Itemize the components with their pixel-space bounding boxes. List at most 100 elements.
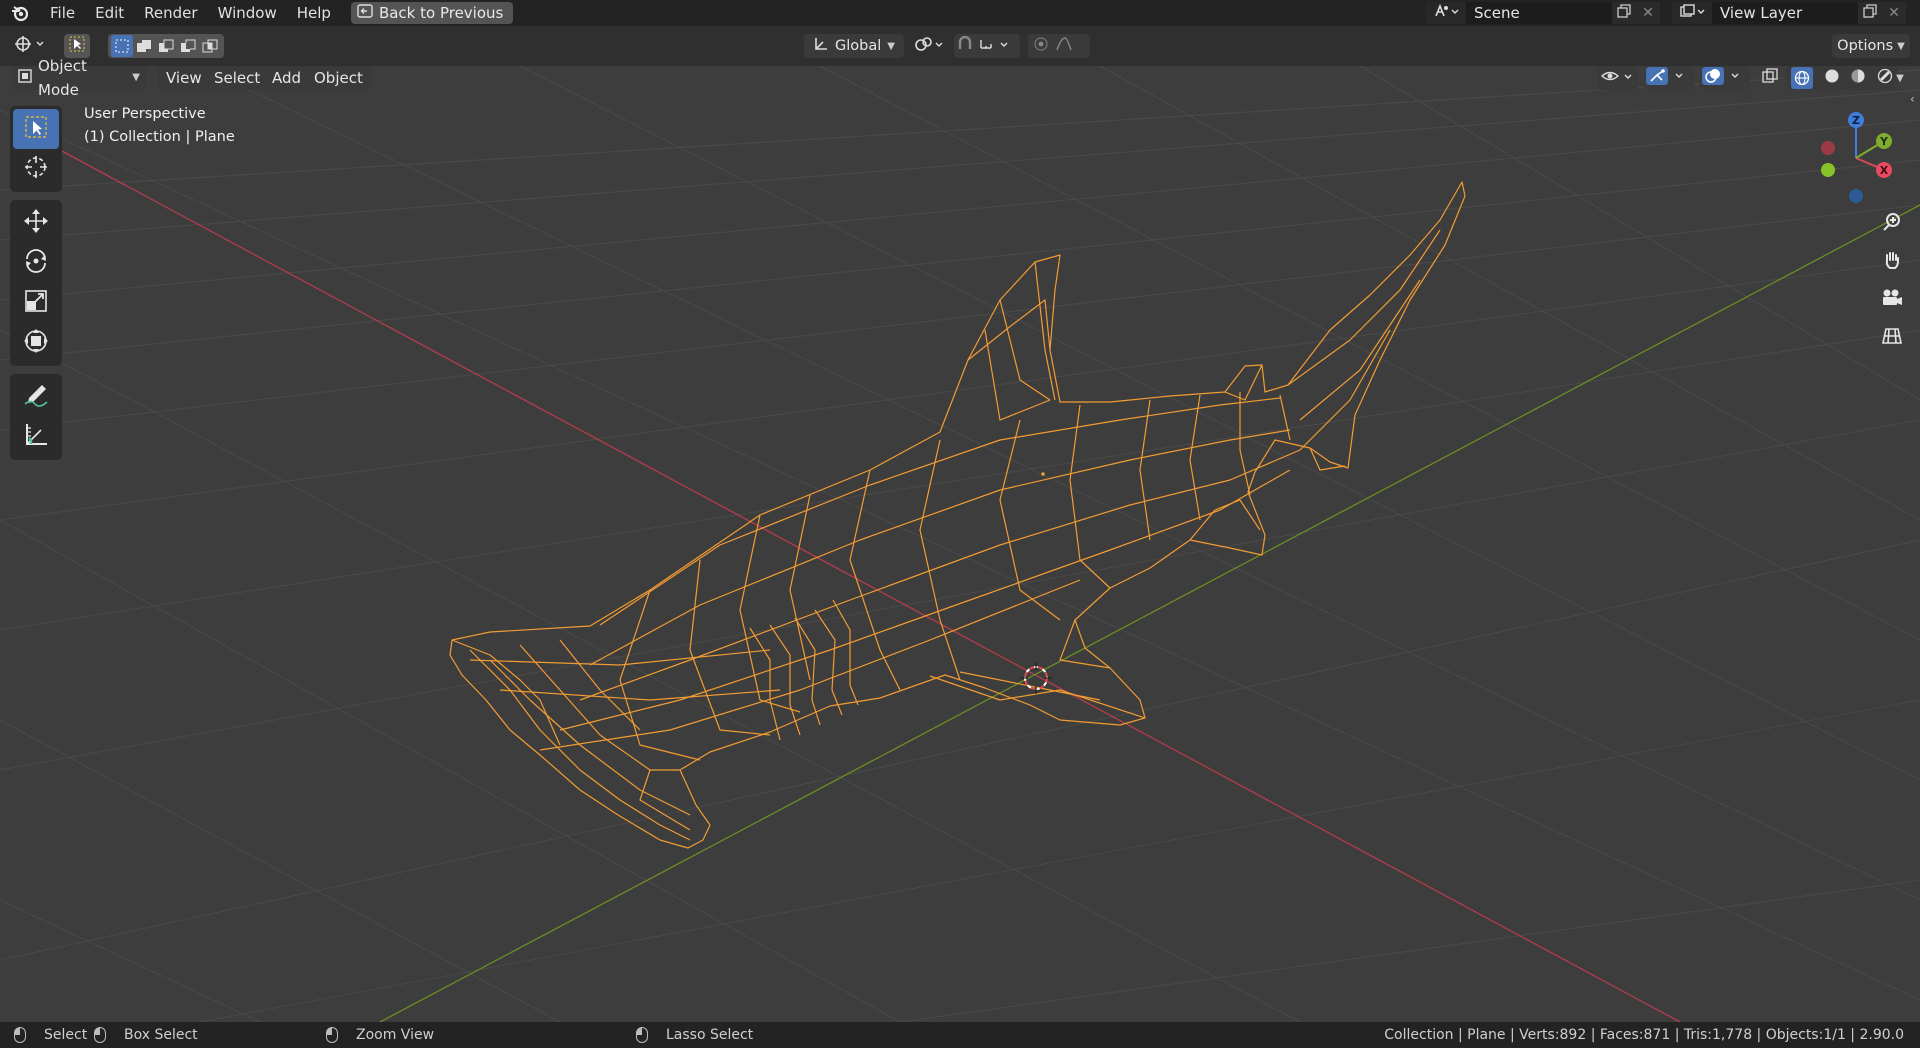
menu-help[interactable]: Help xyxy=(287,0,341,26)
zoom-button[interactable] xyxy=(1876,208,1908,240)
chevron-down-icon: ▼ xyxy=(132,72,140,83)
tool-group-select xyxy=(10,106,62,192)
overlays-icon xyxy=(1702,67,1748,89)
status-bar: Select Box Select Zoom View Lasso Select… xyxy=(0,1022,1920,1048)
3d-viewport[interactable]: User Perspective (1) Collection | Plane … xyxy=(0,66,1920,1022)
tool-group-transform xyxy=(10,200,62,366)
wireframe-shading-icon[interactable] xyxy=(1791,67,1814,89)
options-dropdown[interactable]: Options ▼ xyxy=(1832,34,1910,58)
scene-name-field[interactable]: Scene xyxy=(1466,2,1612,24)
mode-subtract-icon[interactable] xyxy=(155,35,177,57)
gizmo-neg-y[interactable] xyxy=(1821,163,1835,177)
zoom-icon xyxy=(1882,212,1902,236)
menu-select[interactable]: Select xyxy=(206,66,269,90)
move-icon xyxy=(23,208,49,238)
gizmo-neg-z[interactable] xyxy=(1849,189,1863,203)
gizmo-neg-x[interactable] xyxy=(1821,141,1835,155)
tool-cursor[interactable] xyxy=(13,149,59,189)
close-icon: ✕ xyxy=(1888,5,1900,21)
transform-icon xyxy=(23,328,49,358)
pivot-point-dropdown[interactable] xyxy=(912,34,946,58)
menu-object[interactable]: Object xyxy=(306,66,371,90)
shark-mesh-object[interactable] xyxy=(449,181,1466,849)
status-lasso-label: Lasso Select xyxy=(666,1027,754,1043)
overlays-toggle-group[interactable] xyxy=(1700,66,1750,90)
scene-icon xyxy=(1433,3,1459,22)
proportional-editing-group[interactable] xyxy=(1028,34,1090,58)
viewport-header: Object Mode ▼ View Select Add Object ▼ xyxy=(0,57,1920,99)
collection-label: (1) Collection | Plane xyxy=(84,129,235,145)
menu-window[interactable]: Window xyxy=(208,0,287,26)
solid-shading-icon[interactable] xyxy=(1824,68,1840,88)
options-label: Options xyxy=(1837,38,1894,54)
view-layer-name-field[interactable]: View Layer xyxy=(1712,2,1858,24)
rotate-icon xyxy=(23,248,49,278)
pivot-icon xyxy=(914,36,944,56)
xray-toggle[interactable] xyxy=(1758,66,1782,90)
mouse-drag-icon xyxy=(94,1027,106,1043)
status-box-select-hint: Box Select xyxy=(94,1022,198,1048)
tool-group-annotate xyxy=(10,374,62,460)
camera-icon xyxy=(1881,288,1903,312)
snapping-group[interactable] xyxy=(954,34,1020,58)
menu-add[interactable]: Add xyxy=(264,66,310,90)
close-icon: ✕ xyxy=(1642,5,1654,21)
menu-view[interactable]: View xyxy=(158,66,210,90)
view-layer-delete-button[interactable]: ✕ xyxy=(1882,2,1906,24)
mode-extend-icon[interactable] xyxy=(133,35,155,57)
eye-icon xyxy=(1600,68,1636,88)
mouse-right-icon xyxy=(636,1027,648,1043)
top-menu-bar: File Edit Render Window Help Back to Pre… xyxy=(0,0,1920,26)
view-layer-icon xyxy=(1679,4,1705,22)
viewport-scene xyxy=(0,66,1920,1022)
object-origin xyxy=(1041,472,1045,476)
view-layer-dropdown[interactable] xyxy=(1672,2,1712,24)
interaction-mode-dropdown[interactable]: Object Mode ▼ xyxy=(12,57,146,99)
tool-annotate[interactable] xyxy=(13,377,59,417)
annotate-icon xyxy=(23,382,49,412)
tool-transform[interactable] xyxy=(13,323,59,363)
object-mode-icon xyxy=(18,66,32,90)
tool-scale[interactable] xyxy=(13,283,59,323)
view-layer-selector: View Layer ✕ xyxy=(1672,2,1906,24)
duplicate-icon xyxy=(1617,4,1631,22)
status-select-label: Select xyxy=(44,1027,88,1043)
scene-dropdown[interactable] xyxy=(1426,2,1466,24)
chevron-down-icon: ▼ xyxy=(1897,40,1905,52)
shading-options-dropdown[interactable]: ▼ xyxy=(1890,66,1910,90)
back-to-previous-button[interactable]: Back to Previous xyxy=(350,2,514,24)
scene-new-button[interactable] xyxy=(1612,2,1636,24)
selectability-visibility-dropdown[interactable] xyxy=(1598,66,1638,90)
view-layer-new-button[interactable] xyxy=(1858,2,1882,24)
ortho-grid-icon xyxy=(1882,326,1902,350)
chevron-down-icon: ▼ xyxy=(887,40,895,52)
menu-edit[interactable]: Edit xyxy=(85,0,134,26)
select-arrow-icon xyxy=(69,36,85,56)
tool-move[interactable] xyxy=(13,203,59,243)
x-axis-line xyxy=(59,149,1681,1022)
transform-orientation-dropdown[interactable]: Global ▼ xyxy=(804,34,904,58)
chevron-down-icon: ▼ xyxy=(1896,72,1904,84)
menu-file[interactable]: File xyxy=(40,0,85,26)
scene-statistics: Collection | Plane | Verts:892 | Faces:8… xyxy=(1384,1027,1904,1043)
tool-measure[interactable] xyxy=(13,417,59,457)
material-shading-icon[interactable] xyxy=(1850,68,1866,88)
gizmo-icon xyxy=(1646,67,1692,89)
gizmo-y-label: Y xyxy=(1879,135,1889,148)
tool-rotate[interactable] xyxy=(13,243,59,283)
mode-intersect-icon[interactable] xyxy=(199,35,221,57)
navigation-gizmo[interactable]: Z Y X xyxy=(1814,106,1898,206)
tool-select-box[interactable] xyxy=(13,109,59,149)
scale-icon xyxy=(23,288,49,318)
ortho-toggle-button[interactable] xyxy=(1876,322,1908,354)
back-to-previous-label: Back to Previous xyxy=(378,4,504,22)
pan-button[interactable] xyxy=(1876,246,1908,278)
mouse-left-icon xyxy=(14,1027,26,1043)
menu-render[interactable]: Render xyxy=(134,0,207,26)
gizmo-toggle-group[interactable] xyxy=(1644,66,1694,90)
camera-view-button[interactable] xyxy=(1876,284,1908,316)
blender-logo-icon[interactable] xyxy=(0,0,40,26)
scene-delete-button[interactable]: ✕ xyxy=(1636,2,1660,24)
mode-difference-icon[interactable] xyxy=(177,35,199,57)
cursor-icon xyxy=(23,154,49,184)
